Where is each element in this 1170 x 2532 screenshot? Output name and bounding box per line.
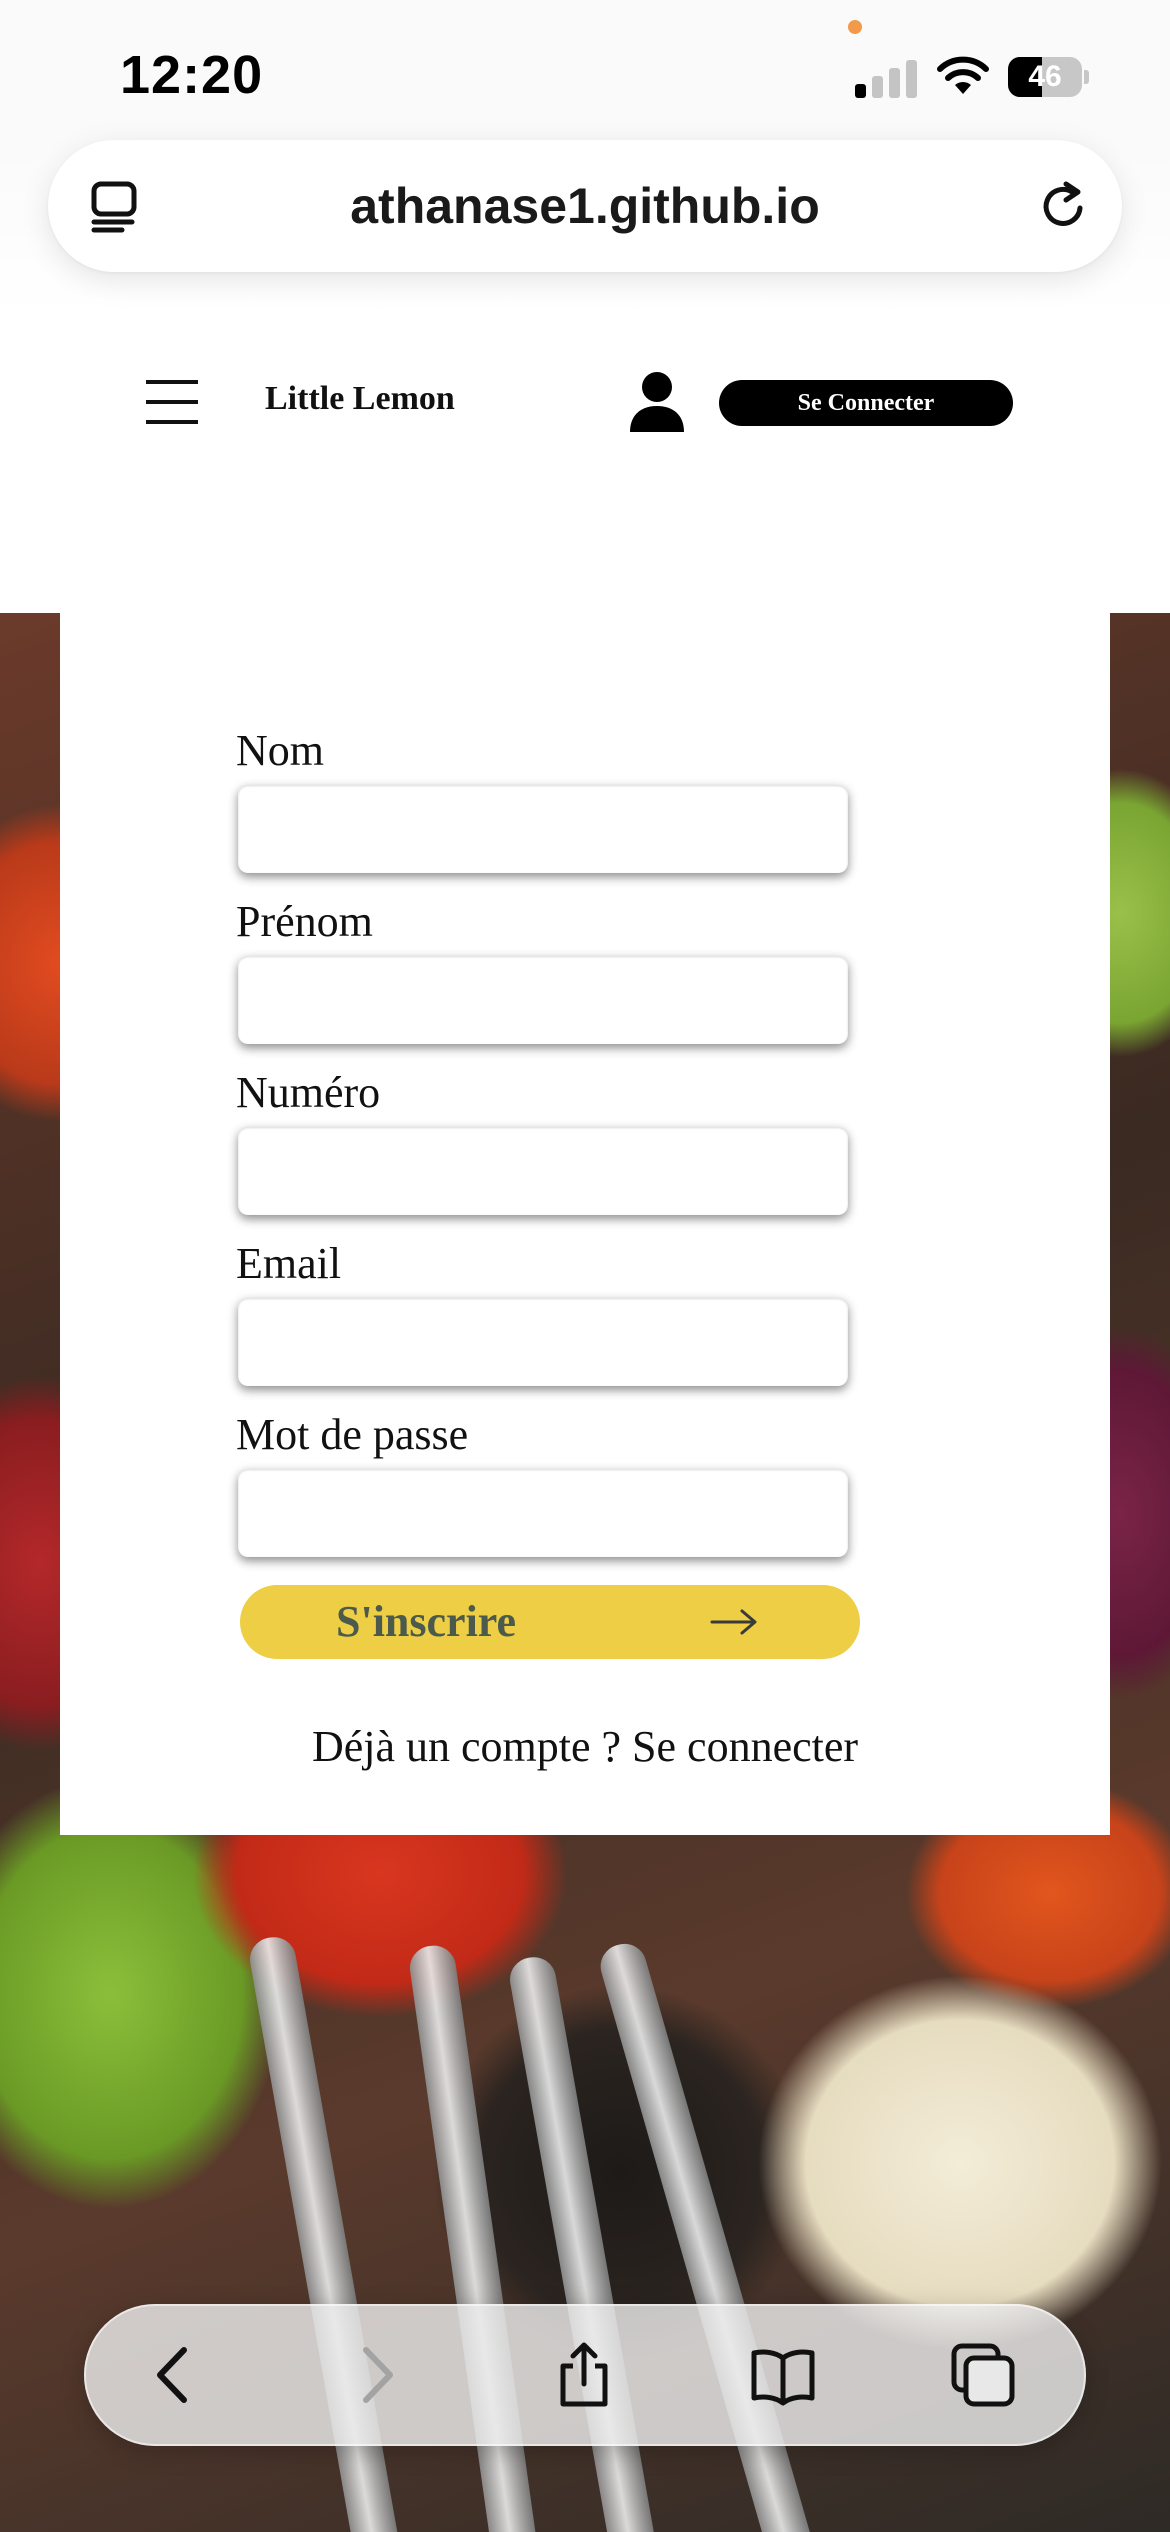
nom-input[interactable] [238, 785, 848, 873]
reload-icon[interactable] [1036, 178, 1092, 234]
label-mot-de-passe: Mot de passe [236, 1410, 469, 1459]
cellular-signal-icon [855, 58, 917, 98]
bookmarks-icon[interactable] [748, 2340, 818, 2410]
privacy-indicator-dot [848, 20, 862, 34]
hamburger-menu-icon[interactable] [146, 380, 198, 424]
signup-submit-button[interactable]: S'inscrire [240, 1585, 860, 1659]
browser-toolbar [84, 2304, 1086, 2446]
signup-submit-label: S'inscrire [336, 1597, 517, 1646]
wifi-icon [937, 56, 989, 94]
battery-icon: 46 [1008, 57, 1089, 97]
signup-form: Nom Prénom Numéro Email Mot de passe S'i… [60, 613, 1110, 1835]
tabs-icon[interactable] [948, 2340, 1018, 2410]
numero-input[interactable] [238, 1127, 848, 1215]
status-bar: 12:20 46 [0, 0, 1170, 140]
url-text[interactable]: athanase1.github.io [48, 140, 1122, 272]
site-header: Little Lemon Se Connecter [0, 340, 1170, 470]
back-icon[interactable] [140, 2340, 210, 2410]
status-time: 12:20 [120, 45, 264, 105]
share-icon[interactable] [549, 2340, 619, 2410]
address-bar[interactable]: athanase1.github.io [48, 140, 1122, 272]
email-input[interactable] [238, 1298, 848, 1386]
user-icon[interactable] [628, 370, 686, 432]
forward-icon[interactable] [340, 2340, 410, 2410]
label-email: Email [236, 1239, 342, 1288]
existing-account-login-link[interactable]: Déjà un compte ? Se connecter [60, 1721, 1110, 1772]
browser-address-area: athanase1.github.io [0, 140, 1170, 320]
label-nom: Nom [236, 726, 324, 775]
arrow-right-icon [710, 1609, 757, 1635]
label-numero: Numéro [236, 1068, 381, 1117]
battery-percent: 46 [1028, 60, 1062, 93]
prenom-input[interactable] [238, 956, 848, 1044]
password-input[interactable] [238, 1469, 848, 1557]
login-button[interactable]: Se Connecter [719, 380, 1013, 426]
brand-name[interactable]: Little Lemon [265, 380, 455, 418]
label-prenom: Prénom [236, 897, 373, 946]
